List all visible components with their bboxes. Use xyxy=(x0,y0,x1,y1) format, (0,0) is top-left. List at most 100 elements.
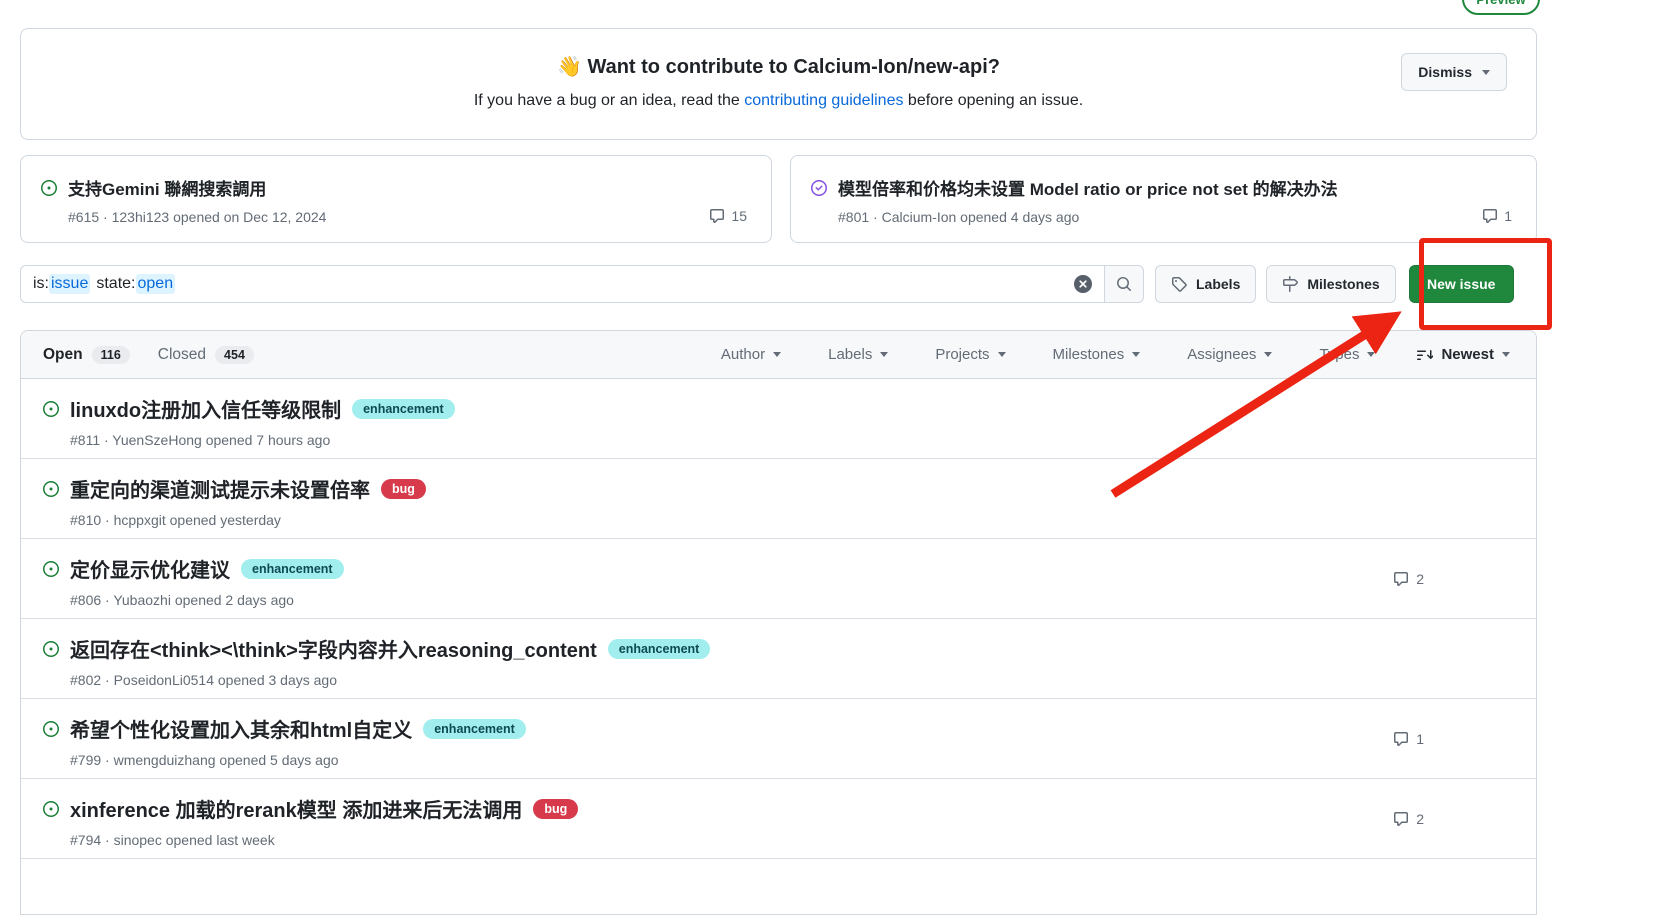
issue-meta: #806 · Yubaozhi opened 2 days ago xyxy=(70,592,1512,608)
comment-count[interactable]: 2 xyxy=(1393,811,1424,827)
issue-open-icon xyxy=(43,721,59,737)
new-issue-button-label: New issue xyxy=(1427,276,1495,292)
issue-label[interactable]: enhancement xyxy=(352,399,455,419)
tag-icon xyxy=(1171,276,1187,292)
filter-label: Projects xyxy=(935,346,989,363)
comment-count-value: 15 xyxy=(731,208,747,224)
comment-icon xyxy=(1393,571,1409,587)
comment-count-value: 2 xyxy=(1416,571,1424,587)
filter-author[interactable]: Author xyxy=(721,346,781,363)
issue-row[interactable]: 定价显示优化建议 enhancement #806 · Yubaozhi ope… xyxy=(21,539,1536,619)
closed-tab-label: Closed xyxy=(158,346,206,364)
filter-milestones[interactable]: Milestones xyxy=(1053,346,1141,363)
open-count-badge: 116 xyxy=(92,346,130,364)
issue-closed-icon xyxy=(811,180,827,196)
chevron-down-icon xyxy=(998,352,1006,357)
search-token-value: issue xyxy=(49,274,90,294)
dismiss-button[interactable]: Dismiss xyxy=(1401,53,1507,91)
comment-count[interactable]: 1 xyxy=(1482,208,1512,224)
issue-row[interactable]: linuxdo注册加入信任等级限制 enhancement #811 · Yue… xyxy=(21,379,1536,459)
issue-open-icon xyxy=(43,641,59,657)
search-token-key: state: xyxy=(96,275,135,293)
pinned-issue-card[interactable]: 模型倍率和价格均未设置 Model ratio or price not set… xyxy=(790,155,1537,243)
issue-open-icon xyxy=(41,180,57,196)
pinned-issue-title[interactable]: 模型倍率和价格均未设置 Model ratio or price not set… xyxy=(838,175,1338,200)
tab-closed[interactable]: Closed 454 xyxy=(158,346,254,364)
filter-assignees[interactable]: Assignees xyxy=(1187,346,1272,363)
banner-subtitle-pre: If you have a bug or an idea, read the xyxy=(474,92,744,109)
banner-subtitle-post: before opening an issue. xyxy=(903,92,1083,109)
sort-desc-icon xyxy=(1417,347,1433,363)
sort-newest-dropdown[interactable]: Newest xyxy=(1417,346,1510,363)
comment-icon xyxy=(1482,208,1498,224)
issue-label[interactable]: enhancement xyxy=(241,559,344,579)
comment-count[interactable]: 1 xyxy=(1393,731,1424,747)
banner-subtitle: If you have a bug or an idea, read the c… xyxy=(21,92,1536,110)
search-input[interactable]: is:issuestate:open xyxy=(20,265,1104,303)
issue-title[interactable]: 希望个性化设置加入其余和html自定义 xyxy=(70,714,412,743)
sort-label: Newest xyxy=(1441,346,1494,363)
issues-list: Open 116 Closed 454 Author Labels Projec… xyxy=(20,330,1537,915)
clear-search-icon[interactable] xyxy=(1074,275,1092,293)
labels-button-label: Labels xyxy=(1196,276,1240,292)
dismiss-label: Dismiss xyxy=(1418,64,1472,80)
search-button[interactable] xyxy=(1104,265,1144,303)
issue-meta: #794 · sinopec opened last week xyxy=(70,832,1512,848)
chevron-down-icon xyxy=(1502,352,1510,357)
pinned-issue-meta: #801 · Calcium-Ion opened 4 days ago xyxy=(838,209,1516,225)
issue-meta: #799 · wmengduizhang opened 5 days ago xyxy=(70,752,1512,768)
chevron-down-icon xyxy=(1132,352,1140,357)
issue-label[interactable]: bug xyxy=(381,479,426,499)
issue-title[interactable]: 返回存在<think><\think>字段内容并入reasoning_conte… xyxy=(70,634,597,663)
issue-label[interactable]: enhancement xyxy=(423,719,526,739)
issue-title[interactable]: 定价显示优化建议 xyxy=(70,554,230,583)
filter-label: Milestones xyxy=(1053,346,1125,363)
comment-count[interactable]: 2 xyxy=(1393,571,1424,587)
filter-label: Author xyxy=(721,346,765,363)
issue-open-icon xyxy=(43,481,59,497)
comment-icon xyxy=(1393,811,1409,827)
filter-label: Labels xyxy=(828,346,872,363)
pinned-issue-meta: #615 · 123hi123 opened on Dec 12, 2024 xyxy=(68,209,751,225)
search-token-key: is: xyxy=(33,275,49,293)
pinned-issue-title[interactable]: 支持Gemini 聯網搜索調用 xyxy=(68,175,266,200)
search-input-group: is:issuestate:open xyxy=(20,265,1144,303)
open-tab-label: Open xyxy=(43,346,83,364)
chevron-down-icon xyxy=(1264,352,1272,357)
issue-open-icon xyxy=(43,801,59,817)
contributing-guidelines-link[interactable]: contributing guidelines xyxy=(744,92,903,109)
issue-label[interactable]: bug xyxy=(533,799,578,819)
filter-bar: Author Labels Projects Milestones Assign… xyxy=(721,346,1376,363)
filter-labels[interactable]: Labels xyxy=(828,346,888,363)
issue-title[interactable]: xinference 加载的rerank模型 添加进来后无法调用 xyxy=(70,794,522,823)
filter-types[interactable]: Types xyxy=(1319,346,1375,363)
labels-button[interactable]: Labels xyxy=(1155,265,1256,303)
tab-open[interactable]: Open 116 xyxy=(43,346,130,364)
filter-label: Assignees xyxy=(1187,346,1256,363)
chevron-down-icon xyxy=(880,352,888,357)
issue-row[interactable]: 返回存在<think><\think>字段内容并入reasoning_conte… xyxy=(21,619,1536,699)
milestones-button[interactable]: Milestones xyxy=(1266,265,1395,303)
issue-label[interactable]: enhancement xyxy=(608,639,711,659)
new-issue-button[interactable]: New issue xyxy=(1409,265,1514,303)
issue-row[interactable]: xinference 加载的rerank模型 添加进来后无法调用 bug #79… xyxy=(21,779,1536,859)
github-issues-page: Preview 👋 Want to contribute to Calcium-… xyxy=(0,0,1671,915)
comment-count[interactable]: 15 xyxy=(709,208,747,224)
issue-meta: #811 · YuenSzeHong opened 7 hours ago xyxy=(70,432,1512,448)
filter-label: Types xyxy=(1319,346,1359,363)
preview-badge[interactable]: Preview xyxy=(1462,0,1540,15)
search-icon xyxy=(1116,276,1132,292)
filter-projects[interactable]: Projects xyxy=(935,346,1005,363)
issue-row[interactable]: 希望个性化设置加入其余和html自定义 enhancement #799 · w… xyxy=(21,699,1536,779)
pinned-issues: 支持Gemini 聯網搜索調用 #615 · 123hi123 opened o… xyxy=(20,155,1537,243)
issue-title[interactable]: 重定向的渠道测试提示未设置倍率 xyxy=(70,474,370,503)
issue-title[interactable]: linuxdo注册加入信任等级限制 xyxy=(70,394,341,423)
chevron-down-icon xyxy=(1482,70,1490,75)
issues-list-header: Open 116 Closed 454 Author Labels Projec… xyxy=(21,331,1536,379)
issue-meta: #802 · PoseidonLi0514 opened 3 days ago xyxy=(70,672,1512,688)
issue-open-icon xyxy=(43,401,59,417)
chevron-down-icon xyxy=(1367,352,1375,357)
comment-icon xyxy=(709,208,725,224)
pinned-issue-card[interactable]: 支持Gemini 聯網搜索調用 #615 · 123hi123 opened o… xyxy=(20,155,772,243)
issue-row[interactable]: 重定向的渠道测试提示未设置倍率 bug #810 · hcppxgit open… xyxy=(21,459,1536,539)
